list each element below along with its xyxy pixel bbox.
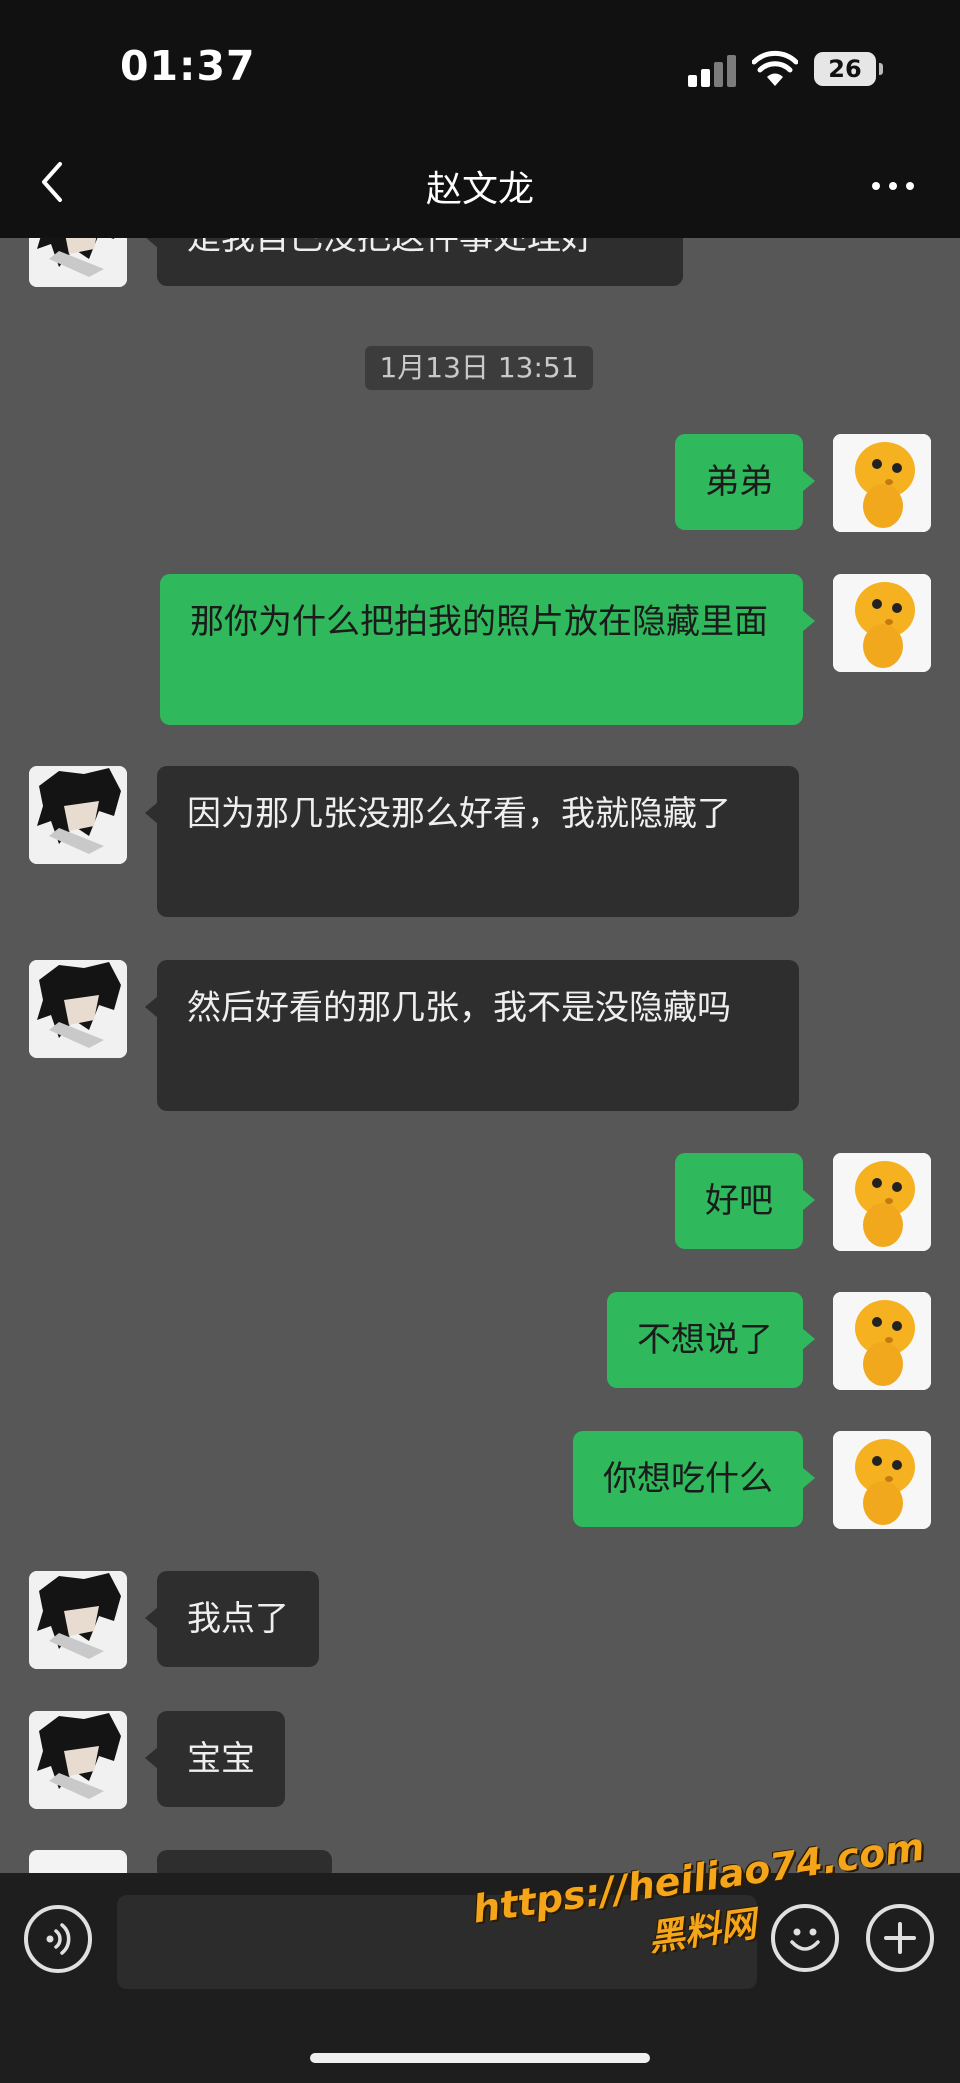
- cellular-signal-icon: [688, 55, 738, 87]
- message-bubble[interactable]: 我点了: [145, 1571, 319, 1667]
- friend-avatar[interactable]: [29, 1571, 127, 1669]
- chat-title: 赵文龙: [425, 169, 534, 210]
- message-text: 你想吃什么: [603, 1459, 773, 1499]
- message-bubble[interactable]: 因为那几张没那么好看，我就隐藏了: [145, 766, 799, 917]
- my-avatar[interactable]: [833, 1431, 931, 1529]
- message-bubble[interactable]: 你想吃什么: [573, 1431, 815, 1527]
- my-avatar[interactable]: [833, 1153, 931, 1251]
- message-timestamp: 1月13日 13:51: [365, 346, 593, 390]
- friend-avatar[interactable]: [29, 960, 127, 1058]
- my-avatar[interactable]: [833, 1292, 931, 1390]
- friend-avatar[interactable]: [29, 1711, 127, 1809]
- chevron-left-icon[interactable]: [28, 152, 78, 212]
- message-text: 好吧: [705, 1181, 773, 1221]
- home-indicator[interactable]: [310, 2053, 650, 2063]
- message-bubble[interactable]: 好吧: [675, 1153, 815, 1249]
- message-text: 然后好看的那几张，我不是没隐藏吗: [187, 988, 731, 1028]
- ellipsis-icon[interactable]: [868, 170, 918, 200]
- my-avatar[interactable]: [833, 574, 931, 672]
- status-time: 01:37: [120, 42, 256, 90]
- my-avatar[interactable]: [833, 434, 931, 532]
- message-bubble[interactable]: 那你为什么把拍我的照片放在隐藏里面: [160, 574, 815, 725]
- wifi-icon: [752, 50, 798, 86]
- message-bubble[interactable]: 弟弟: [675, 434, 815, 530]
- message-text: 宝宝: [187, 1739, 255, 1779]
- message-text: 我点了: [187, 1599, 289, 1639]
- battery-icon: 26: [814, 52, 883, 86]
- friend-avatar[interactable]: [29, 766, 127, 864]
- voice-input-icon[interactable]: [24, 1905, 92, 1973]
- message-text: 弟弟: [705, 462, 773, 502]
- message-bubble[interactable]: 然后好看的那几张，我不是没隐藏吗: [145, 960, 799, 1111]
- message-bubble[interactable]: 宝宝: [145, 1711, 285, 1807]
- top-header: 01:37 26 赵文龙: [0, 0, 960, 238]
- message-text: 那你为什么把拍我的照片放在隐藏里面: [190, 602, 768, 642]
- message-text: 不想说了: [637, 1320, 773, 1360]
- chat-screen: 是我自己没把这件事处理好 01:37 26 赵文龙 1月13日 13:51 弟弟: [0, 0, 960, 2083]
- message-bubble[interactable]: 不想说了: [607, 1292, 815, 1388]
- message-text: 因为那几张没那么好看，我就隐藏了: [187, 794, 731, 834]
